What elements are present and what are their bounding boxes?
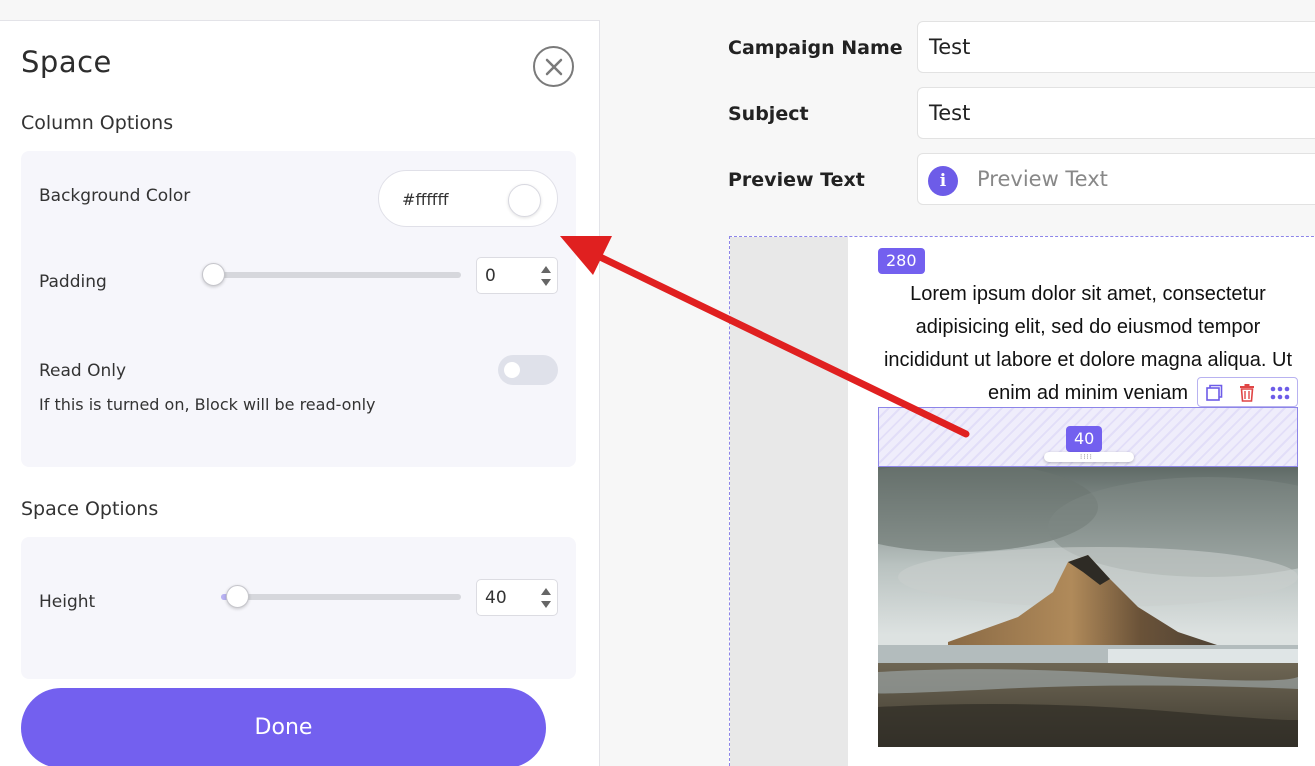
space-options-heading: Space Options	[21, 498, 159, 520]
close-icon	[545, 58, 562, 75]
space-resize-handle[interactable]: ⁞⁞⁞⁞	[1044, 452, 1134, 462]
block-toolbar	[1197, 377, 1298, 407]
drag-dots-icon	[1270, 386, 1290, 400]
duplicate-button[interactable]	[1203, 382, 1225, 404]
background-color-label: Background Color	[39, 186, 191, 206]
column-width-badge: 280	[878, 248, 925, 274]
image-block-mountain[interactable]	[878, 467, 1298, 747]
preview-text-placeholder: Preview Text	[977, 167, 1108, 191]
padding-slider[interactable]	[202, 263, 461, 286]
grip-dots-icon: ⁞⁞⁞⁞	[1080, 453, 1093, 461]
trash-icon	[1240, 384, 1254, 402]
duplicate-icon	[1206, 384, 1223, 401]
space-settings-panel: Space Column Options Background Color #f…	[0, 20, 600, 766]
done-button[interactable]: Done	[21, 688, 546, 766]
column-options-heading: Column Options	[21, 112, 174, 134]
close-button[interactable]	[533, 46, 574, 87]
background-color-picker[interactable]: #ffffff	[378, 170, 558, 227]
padding-slider-thumb[interactable]	[202, 263, 225, 286]
stepper-arrows-icon[interactable]	[540, 263, 552, 289]
mountain-landscape-image	[878, 467, 1298, 747]
panel-title: Space	[21, 45, 112, 79]
background-color-value: #ffffff	[402, 190, 449, 209]
preview-text-label: Preview Text	[728, 169, 865, 191]
stepper-arrows-icon[interactable]	[540, 585, 552, 611]
campaign-name-value: Test	[929, 35, 971, 59]
color-swatch[interactable]	[508, 184, 541, 217]
info-icon[interactable]: i	[928, 166, 958, 196]
read-only-label: Read Only	[39, 361, 127, 381]
subject-value: Test	[929, 101, 971, 125]
padding-input[interactable]: 0	[476, 257, 558, 294]
preview-text-input[interactable]: i Preview Text	[917, 153, 1315, 205]
column-gutter	[730, 237, 848, 766]
height-slider-thumb[interactable]	[226, 585, 249, 608]
height-slider[interactable]	[221, 585, 461, 608]
read-only-toggle[interactable]	[498, 355, 558, 385]
height-label: Height	[39, 592, 96, 612]
padding-value: 0	[485, 266, 496, 286]
column-options-card: Background Color #ffffff Padding 0 Read …	[21, 151, 576, 467]
campaign-name-label: Campaign Name	[728, 37, 903, 59]
space-options-card: Height 40	[21, 537, 576, 679]
subject-label: Subject	[728, 103, 809, 125]
height-value: 40	[485, 588, 507, 608]
drag-button[interactable]	[1269, 382, 1291, 404]
padding-label: Padding	[39, 272, 107, 292]
toggle-knob	[504, 362, 520, 378]
subject-input[interactable]: Test	[917, 87, 1315, 139]
campaign-name-input[interactable]: Test	[917, 21, 1315, 73]
height-input[interactable]: 40	[476, 579, 558, 616]
read-only-hint: If this is turned on, Block will be read…	[39, 395, 376, 414]
space-height-badge: 40	[1066, 426, 1103, 452]
delete-button[interactable]	[1236, 382, 1258, 404]
